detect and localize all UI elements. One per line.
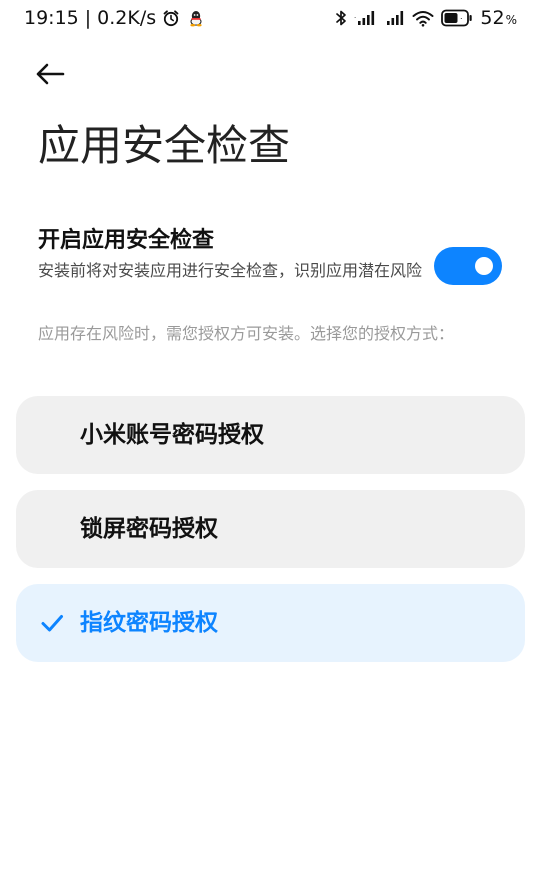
setting-title: 开启应用安全检查 — [38, 228, 215, 253]
svg-text:·: · — [460, 15, 463, 24]
status-right: . · 52 % — [335, 6, 517, 30]
status-bar: 19:15 | 0.2K/s . · 52 % — [0, 0, 533, 36]
battery-level: 52 % — [480, 7, 517, 29]
authorization-hint: 应用存在风险时，需您授权方可安装。选择您的授权方式： — [38, 324, 455, 343]
toggle-knob — [475, 257, 493, 275]
back-arrow-icon — [36, 63, 65, 85]
security-check-setting: 开启应用安全检查 安装前将对安装应用进行安全检查，识别应用潜在风险 — [0, 222, 533, 312]
signal-icon: . — [354, 10, 376, 26]
wifi-icon — [412, 10, 434, 27]
page-title: 应用安全检查 — [38, 121, 291, 170]
qq-icon — [188, 9, 204, 27]
option-lockscreen-password[interactable]: 锁屏密码授权 — [16, 490, 525, 568]
checkmark-icon — [41, 615, 63, 632]
net-speed: 0.2K/s — [97, 7, 157, 29]
option-mi-account-password[interactable]: 小米账号密码授权 — [16, 396, 525, 474]
back-button[interactable] — [30, 56, 70, 92]
status-separator: | — [84, 7, 92, 29]
svg-text:.: . — [354, 12, 356, 20]
signal-icon — [383, 10, 405, 26]
option-label: 锁屏密码授权 — [80, 516, 218, 542]
security-check-toggle[interactable] — [434, 247, 502, 285]
battery-icon: · — [441, 9, 473, 27]
battery-value: 52 — [480, 7, 505, 29]
option-label: 指纹密码授权 — [80, 610, 218, 636]
setting-description: 安装前将对安装应用进行安全检查，识别应用潜在风险 — [38, 261, 423, 280]
bluetooth-icon — [335, 9, 347, 27]
alarm-icon — [162, 9, 180, 27]
battery-unit: % — [505, 13, 517, 27]
option-fingerprint-password[interactable]: 指纹密码授权 — [16, 584, 525, 662]
status-time: 19:15 — [24, 7, 79, 29]
option-label: 小米账号密码授权 — [80, 422, 264, 448]
status-left: 19:15 | 0.2K/s — [24, 6, 204, 30]
